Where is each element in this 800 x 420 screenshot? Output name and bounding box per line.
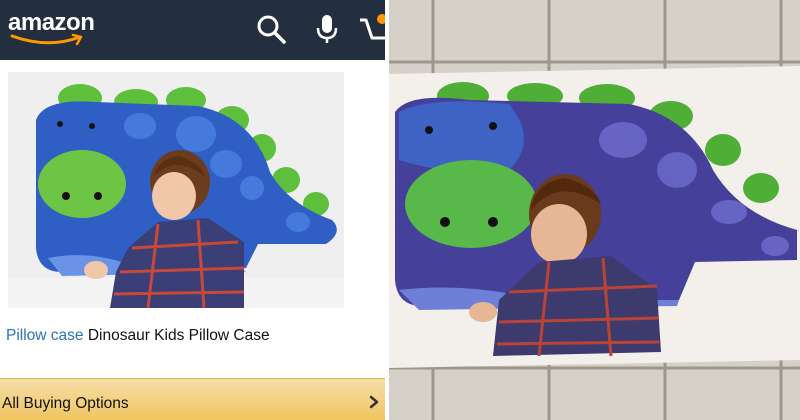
chevron-right-icon [369, 395, 379, 409]
dinosaur-pillow-illustration [8, 72, 344, 308]
amazon-listing-screenshot: amazon Pillow case Dinosaur Kids Pillow … [0, 0, 385, 420]
product-title[interactable]: Pillow case Dinosaur Kids Pillow Case [6, 327, 270, 345]
amazon-header: amazon [0, 0, 385, 60]
flat-pillowcase-illustration [389, 0, 800, 420]
received-product-photo [389, 0, 800, 420]
microphone-icon[interactable] [310, 12, 344, 46]
product-image[interactable] [8, 72, 344, 308]
all-buying-options-button[interactable]: All Buying Options [0, 378, 385, 420]
product-title-link[interactable]: Pillow case [6, 327, 84, 344]
buy-bar-label: All Buying Options [2, 395, 129, 412]
search-icon[interactable] [254, 12, 288, 46]
smile-arrow-icon [10, 33, 83, 46]
product-title-rest: Dinosaur Kids Pillow Case [83, 327, 270, 344]
cart-icon[interactable] [358, 12, 385, 46]
amazon-logo[interactable]: amazon [8, 9, 98, 46]
